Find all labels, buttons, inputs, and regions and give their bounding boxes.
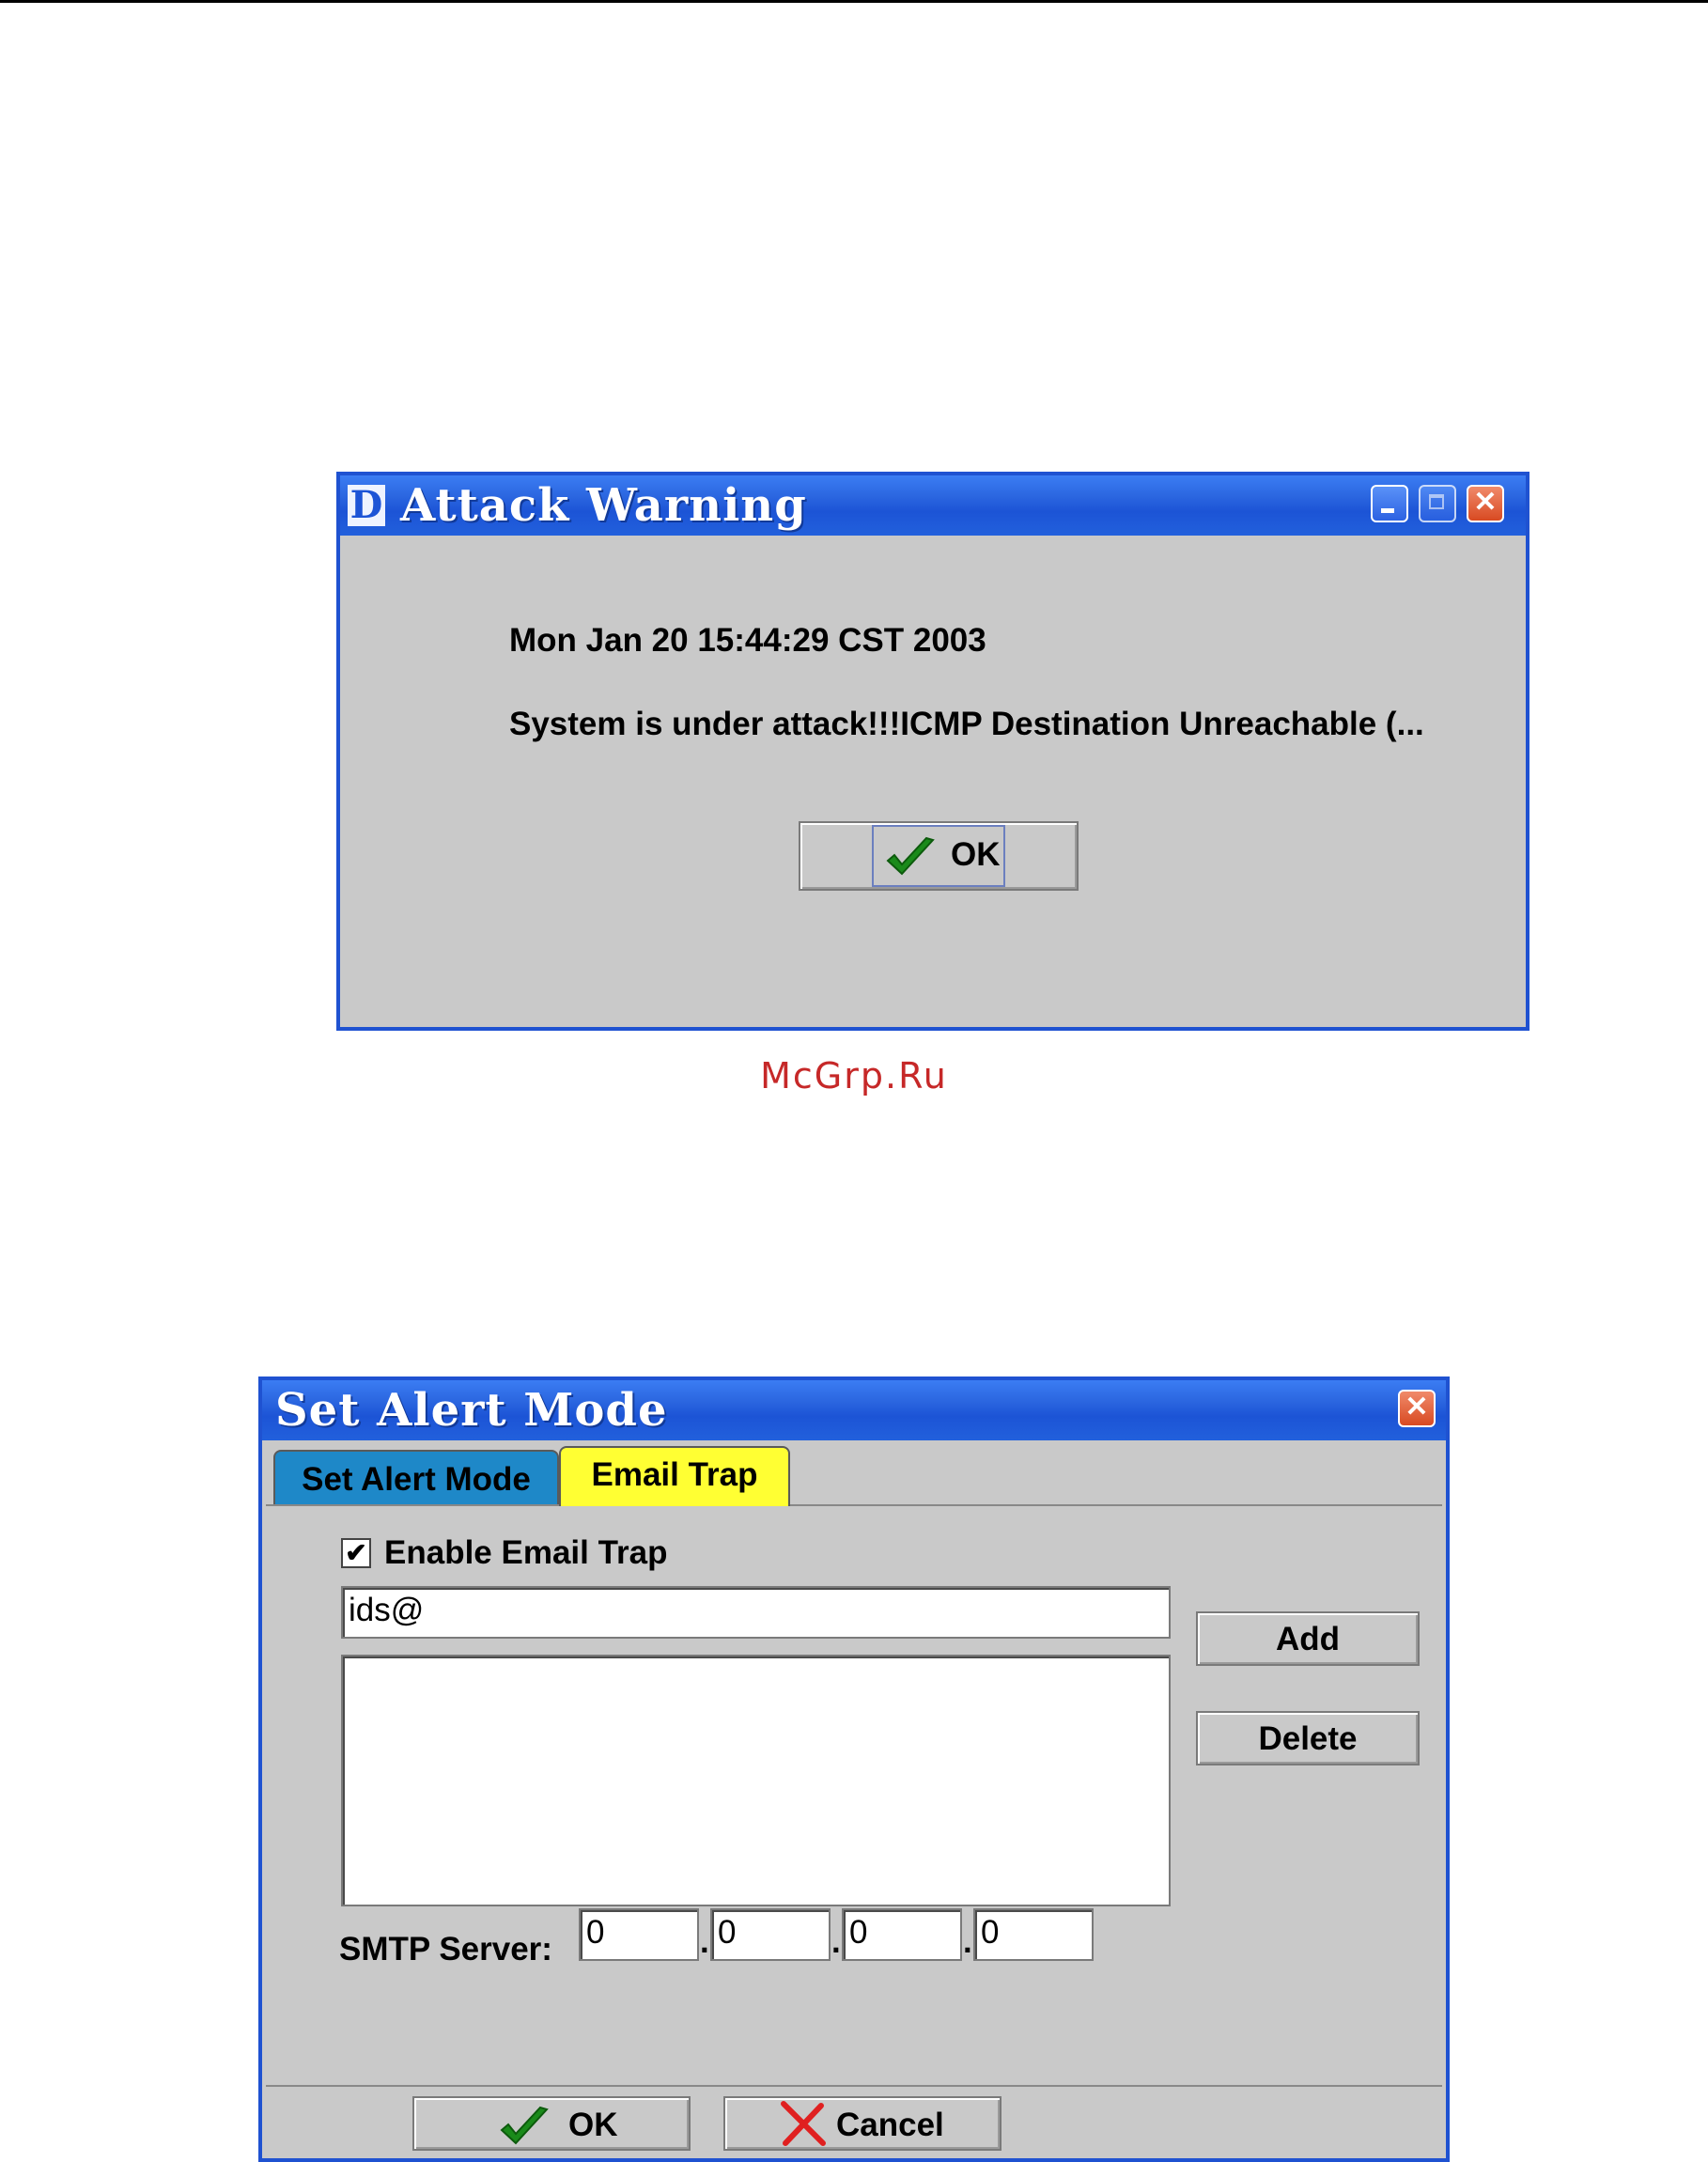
email-address-input[interactable]: ids@ [341, 1586, 1171, 1639]
delete-label: Delete [1258, 1720, 1358, 1757]
attack-warning-dialog: D Attack Warning ✕ Mon Jan 20 15:44:29 C… [336, 472, 1529, 1031]
attack-message: System is under attack!!!ICMP Destinatio… [509, 706, 1424, 742]
dlink-logo-icon: D [348, 485, 385, 526]
attack-ok-button[interactable]: OK [799, 821, 1079, 891]
smtp-server-label: SMTP Server: [339, 1931, 552, 1968]
checkmark-icon [500, 2106, 549, 2145]
set-alert-ok-button[interactable]: OK [412, 2096, 691, 2151]
minimize-icon[interactable] [1371, 485, 1408, 522]
add-label: Add [1275, 1621, 1341, 1657]
attack-ok-label: OK [951, 836, 1001, 873]
set-alert-mode-title: Set Alert Mode [275, 1384, 668, 1437]
tab-set-alert-mode[interactable]: Set Alert Mode [273, 1450, 559, 1504]
tab-email-trap-label: Email Trap [591, 1456, 758, 1493]
smtp-octet-4[interactable]: 0 [973, 1908, 1094, 1961]
email-address-value: ids@ [349, 1592, 425, 1628]
set-alert-ok-label: OK [568, 2107, 618, 2143]
email-list[interactable] [341, 1655, 1171, 1906]
smtp-octet-3[interactable]: 0 [842, 1908, 962, 1961]
watermark-text: McGrp.Ru [760, 1055, 948, 1097]
smtp-octet-2[interactable]: 0 [710, 1908, 831, 1961]
add-button[interactable]: Add [1196, 1611, 1420, 1666]
tab-set-alert-mode-label: Set Alert Mode [302, 1461, 531, 1498]
cancel-x-icon [781, 2101, 826, 2146]
smtp-dot: . [963, 1923, 972, 1960]
cancel-label: Cancel [836, 2107, 944, 2143]
smtp-octet-3-value: 0 [849, 1914, 868, 1951]
smtp-octet-1-value: 0 [586, 1914, 605, 1951]
attack-timestamp: Mon Jan 20 15:44:29 CST 2003 [509, 622, 986, 659]
close-icon[interactable]: ✕ [1398, 1390, 1436, 1427]
smtp-octet-1[interactable]: 0 [579, 1908, 699, 1961]
smtp-octet-2-value: 0 [718, 1914, 737, 1951]
maximize-icon[interactable] [1419, 485, 1456, 522]
smtp-octet-4-value: 0 [981, 1914, 1000, 1951]
enable-email-trap-label: Enable Email Trap [384, 1534, 668, 1571]
checkmark-icon [886, 836, 935, 876]
tab-email-trap[interactable]: Email Trap [559, 1446, 790, 1506]
delete-button[interactable]: Delete [1196, 1711, 1420, 1765]
button-bar-divider [266, 2085, 1442, 2087]
smtp-dot: . [700, 1923, 709, 1960]
cancel-button[interactable]: Cancel [723, 2096, 1002, 2151]
enable-email-trap-checkbox[interactable]: ✔ [341, 1538, 371, 1568]
attack-warning-titlebar: D Attack Warning ✕ [340, 475, 1526, 536]
set-alert-mode-dialog: Set Alert Mode ✕ Set Alert Mode Email Tr… [258, 1377, 1450, 2162]
attack-warning-title: Attack Warning [400, 479, 807, 532]
set-alert-mode-titlebar: Set Alert Mode ✕ [262, 1380, 1446, 1440]
close-icon[interactable]: ✕ [1467, 485, 1504, 522]
page-top-rule [0, 0, 1708, 3]
smtp-dot: . [831, 1923, 841, 1960]
